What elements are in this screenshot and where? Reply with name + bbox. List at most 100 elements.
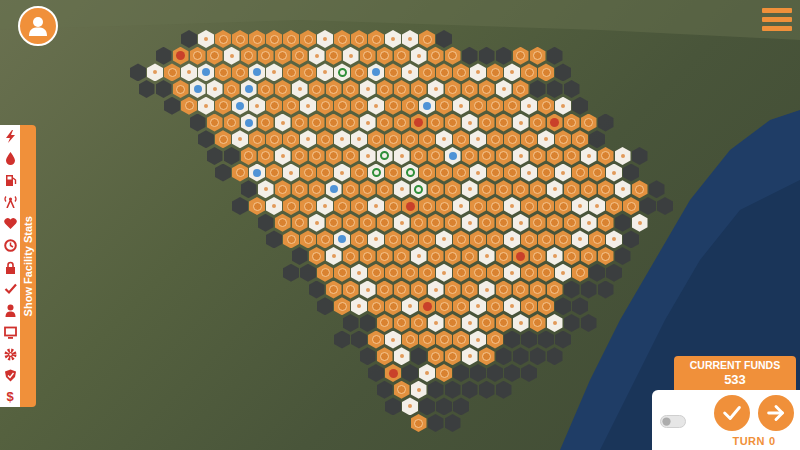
profile-button[interactable] bbox=[18, 6, 58, 46]
hex-tile[interactable] bbox=[385, 331, 401, 349]
hex-tile[interactable] bbox=[385, 63, 401, 81]
hex-tile[interactable] bbox=[317, 97, 333, 115]
hex-tile[interactable] bbox=[317, 130, 333, 148]
hex-tile[interactable] bbox=[385, 230, 401, 248]
hex-tile[interactable] bbox=[394, 347, 410, 365]
hex-tile[interactable] bbox=[241, 180, 257, 198]
hex-tile[interactable] bbox=[513, 80, 529, 98]
hex-tile[interactable] bbox=[394, 314, 410, 332]
hex-tile[interactable] bbox=[173, 47, 189, 65]
hex-tile[interactable] bbox=[445, 281, 461, 299]
hex-tile[interactable] bbox=[496, 80, 512, 98]
hex-tile[interactable] bbox=[283, 197, 299, 215]
hex-tile[interactable] bbox=[555, 164, 571, 182]
hex-tile[interactable] bbox=[334, 230, 350, 248]
hex-tile[interactable] bbox=[428, 381, 444, 399]
hex-tile[interactable] bbox=[419, 297, 435, 315]
hex-tile[interactable] bbox=[513, 147, 529, 165]
hex-tile[interactable] bbox=[385, 264, 401, 282]
hex-tile[interactable] bbox=[266, 164, 282, 182]
hex-tile[interactable] bbox=[411, 114, 427, 132]
hex-tile[interactable] bbox=[249, 30, 265, 48]
hex-tile[interactable] bbox=[428, 414, 444, 432]
hex-tile[interactable] bbox=[606, 264, 622, 282]
hex-tile[interactable] bbox=[360, 314, 376, 332]
hex-tile[interactable] bbox=[190, 80, 206, 98]
hex-tile[interactable] bbox=[402, 130, 418, 148]
hex-tile[interactable] bbox=[207, 80, 223, 98]
hex-tile[interactable] bbox=[479, 281, 495, 299]
hex-tile[interactable] bbox=[479, 114, 495, 132]
hex-tile[interactable] bbox=[581, 214, 597, 232]
hex-tile[interactable] bbox=[198, 97, 214, 115]
hex-tile[interactable] bbox=[266, 63, 282, 81]
hex-tile[interactable] bbox=[564, 80, 580, 98]
hex-tile[interactable] bbox=[419, 364, 435, 382]
hex-tile[interactable] bbox=[343, 247, 359, 265]
hex-tile[interactable] bbox=[224, 147, 240, 165]
hex-tile[interactable] bbox=[326, 180, 342, 198]
hex-tile[interactable] bbox=[436, 164, 452, 182]
hex-tile[interactable] bbox=[538, 63, 554, 81]
hex-tile[interactable] bbox=[606, 197, 622, 215]
hex-tile[interactable] bbox=[343, 281, 359, 299]
hex-tile[interactable] bbox=[496, 247, 512, 265]
hex-tile[interactable] bbox=[504, 197, 520, 215]
hex-tile[interactable] bbox=[360, 180, 376, 198]
hex-tile[interactable] bbox=[232, 197, 248, 215]
hex-tile[interactable] bbox=[360, 114, 376, 132]
hex-tile[interactable] bbox=[300, 63, 316, 81]
hex-tile[interactable] bbox=[445, 47, 461, 65]
hex-tile[interactable] bbox=[445, 180, 461, 198]
hex-tile[interactable] bbox=[521, 264, 537, 282]
hex-tile[interactable] bbox=[360, 247, 376, 265]
hex-tile[interactable] bbox=[377, 381, 393, 399]
hex-tile[interactable] bbox=[377, 347, 393, 365]
hex-tile[interactable] bbox=[453, 230, 469, 248]
hex-tile[interactable] bbox=[564, 281, 580, 299]
hex-tile[interactable] bbox=[487, 331, 503, 349]
hex-tile[interactable] bbox=[555, 63, 571, 81]
hex-tile[interactable] bbox=[385, 364, 401, 382]
hex-tile[interactable] bbox=[351, 130, 367, 148]
hex-tile[interactable] bbox=[394, 47, 410, 65]
hex-tile[interactable] bbox=[521, 230, 537, 248]
hex-tile[interactable] bbox=[445, 314, 461, 332]
hex-tile[interactable] bbox=[462, 247, 478, 265]
hex-tile[interactable] bbox=[487, 230, 503, 248]
hex-tile[interactable] bbox=[402, 30, 418, 48]
hex-tile[interactable] bbox=[360, 347, 376, 365]
hex-tile[interactable] bbox=[419, 397, 435, 415]
hex-tile[interactable] bbox=[377, 180, 393, 198]
hex-tile[interactable] bbox=[462, 381, 478, 399]
hex-tile[interactable] bbox=[368, 164, 384, 182]
hex-tile[interactable] bbox=[530, 47, 546, 65]
hex-tile[interactable] bbox=[513, 347, 529, 365]
hex-tile[interactable] bbox=[300, 230, 316, 248]
hex-tile[interactable] bbox=[598, 247, 614, 265]
hex-tile[interactable] bbox=[368, 230, 384, 248]
hex-tile[interactable] bbox=[334, 197, 350, 215]
hex-tile[interactable] bbox=[598, 281, 614, 299]
hex-tile[interactable] bbox=[411, 381, 427, 399]
dollar-icon[interactable]: $ bbox=[4, 390, 17, 403]
hex-tile[interactable] bbox=[411, 247, 427, 265]
hex-tile[interactable] bbox=[326, 281, 342, 299]
hex-tile[interactable] bbox=[462, 180, 478, 198]
hex-tile[interactable] bbox=[283, 164, 299, 182]
hex-tile[interactable] bbox=[615, 147, 631, 165]
hex-tile[interactable] bbox=[385, 30, 401, 48]
hex-tile[interactable] bbox=[317, 164, 333, 182]
hex-tile[interactable] bbox=[258, 114, 274, 132]
hex-tile[interactable] bbox=[555, 97, 571, 115]
hex-tile[interactable] bbox=[598, 114, 614, 132]
hex-tile[interactable] bbox=[632, 180, 648, 198]
hex-tile[interactable] bbox=[249, 63, 265, 81]
hex-tile[interactable] bbox=[589, 164, 605, 182]
hex-tile[interactable] bbox=[513, 214, 529, 232]
hex-tile[interactable] bbox=[504, 63, 520, 81]
hex-tile[interactable] bbox=[657, 197, 673, 215]
hex-tile[interactable] bbox=[360, 214, 376, 232]
hex-tile[interactable] bbox=[130, 63, 146, 81]
hex-tile[interactable] bbox=[309, 281, 325, 299]
